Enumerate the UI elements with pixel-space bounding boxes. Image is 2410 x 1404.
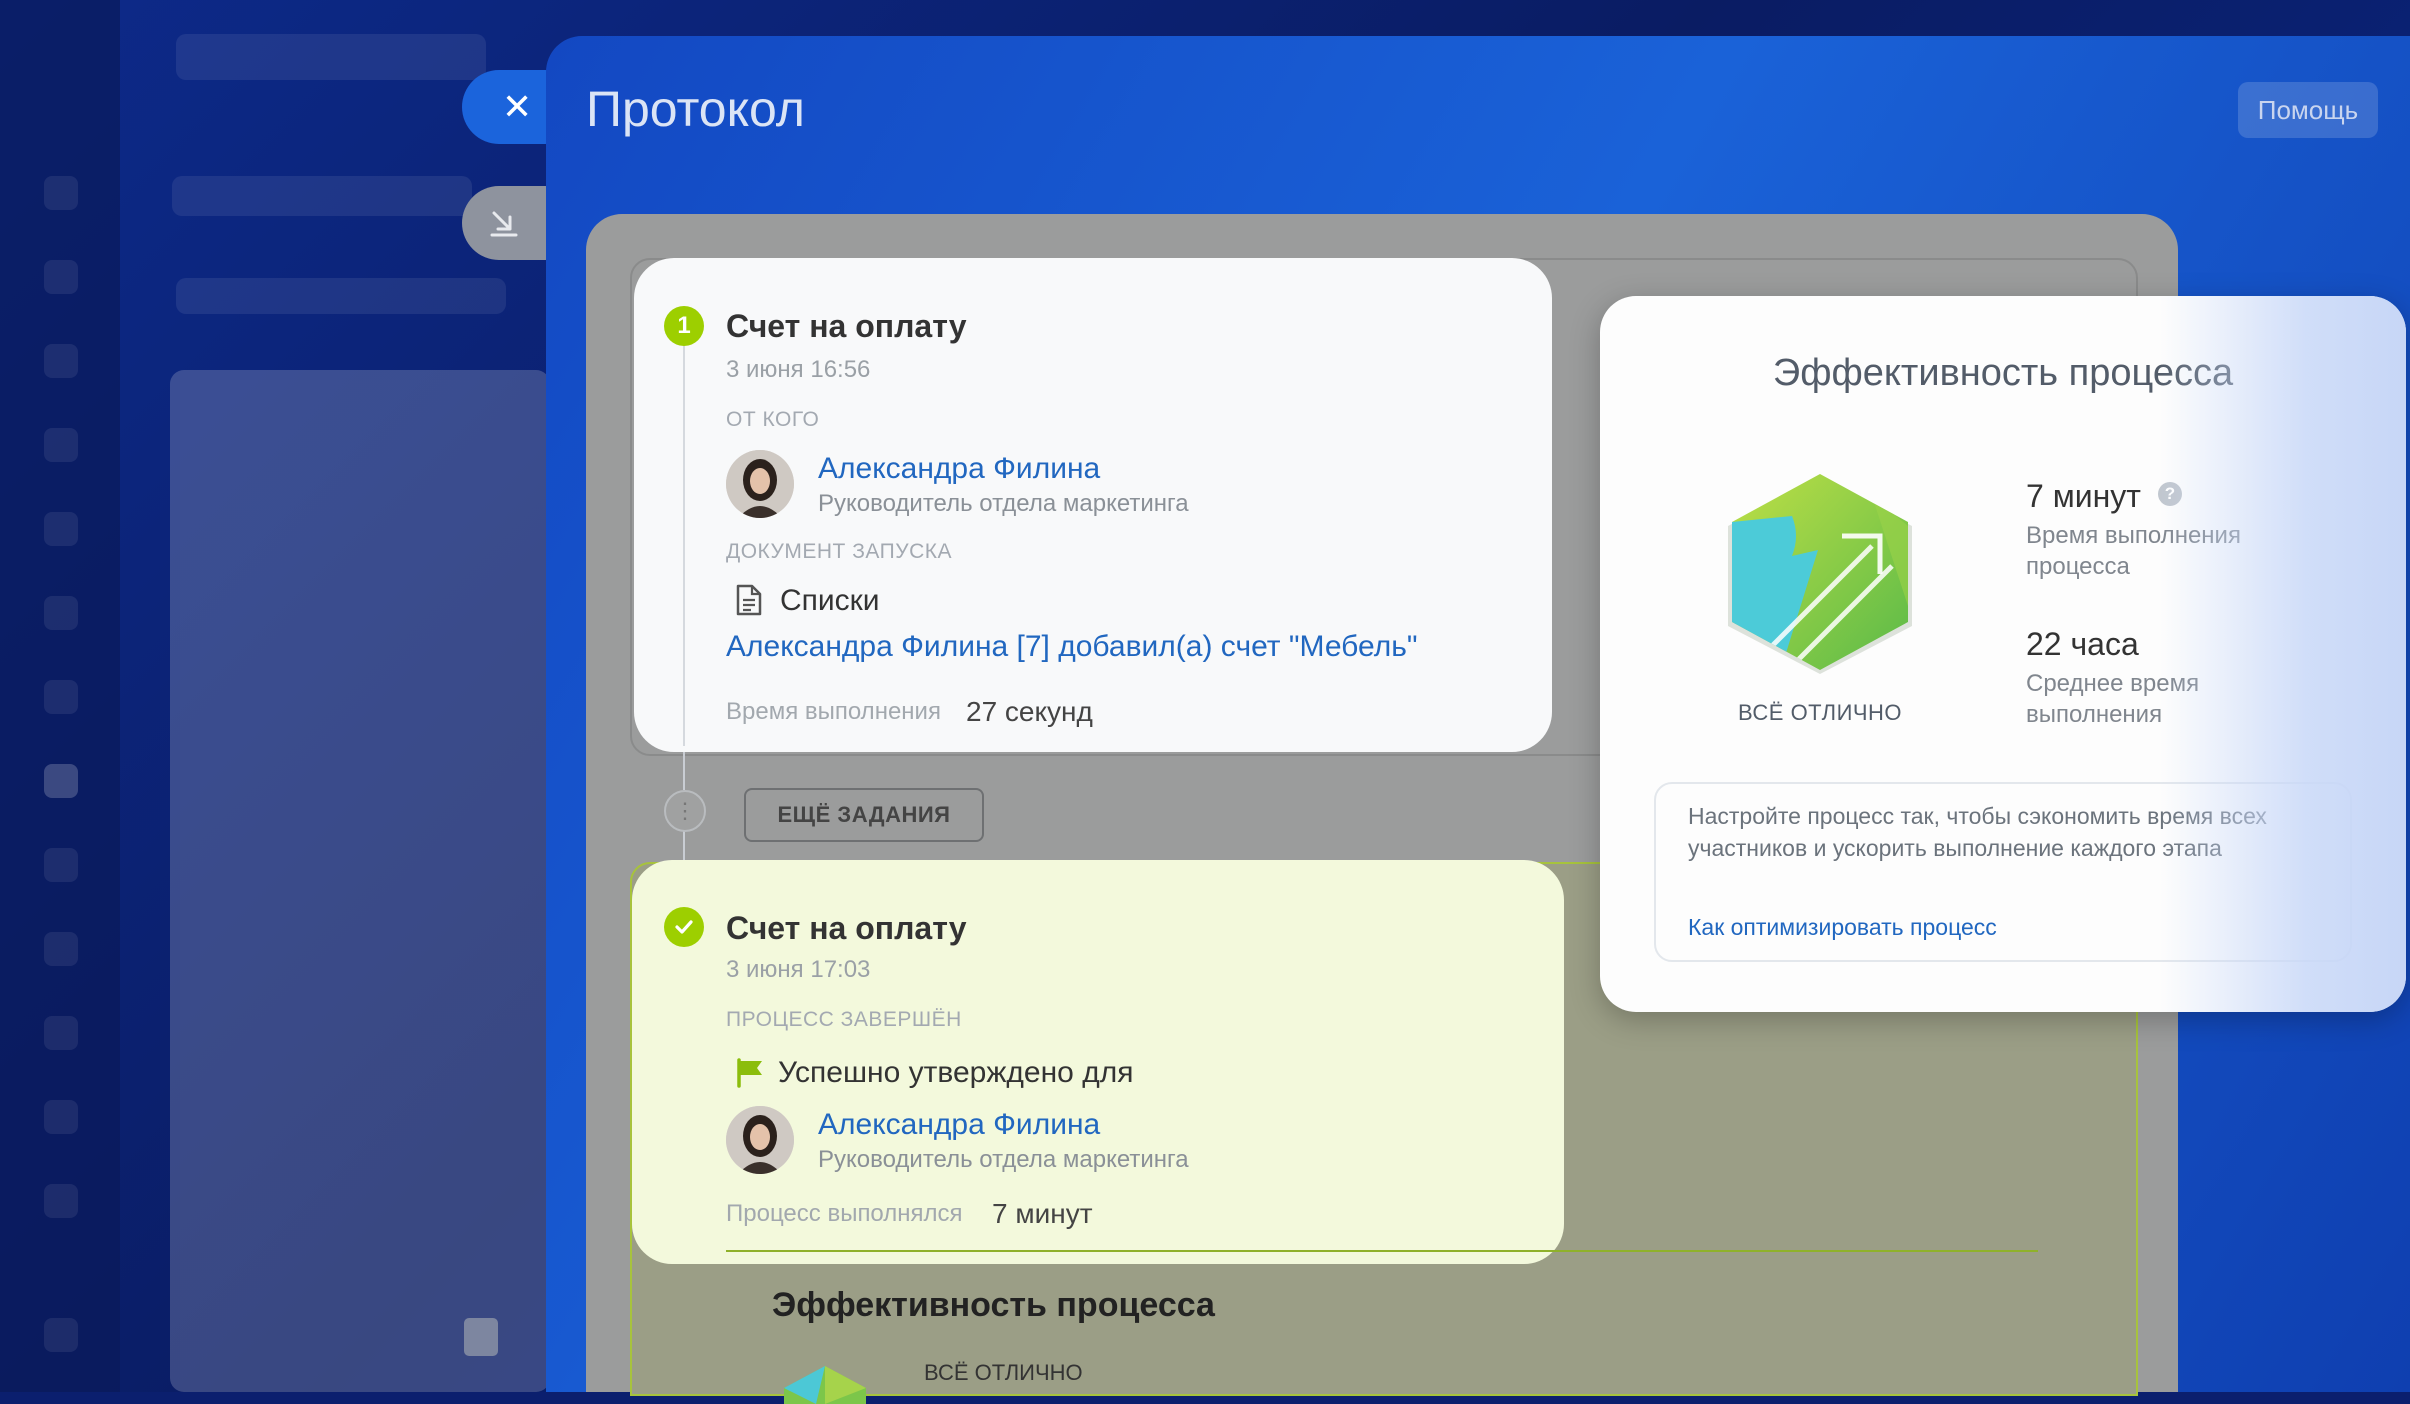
step-number-badge: 1 [664,306,704,346]
efficiency-rating: ВСЁ ОТЛИЧНО [924,1360,1083,1385]
person-position: Руководитель отдела маркетинга [818,490,1189,517]
efficiency-badge-icon [776,1364,874,1404]
avatar-image [726,450,794,518]
background-filter-blur [176,278,506,314]
avatar[interactable] [726,1106,794,1174]
check-icon [664,907,704,947]
document-type: Списки [780,584,880,617]
background-menu-icon [44,260,78,294]
timeline-line [683,346,685,746]
document-label: ДОКУМЕНТ ЗАПУСКА [726,540,952,563]
result-text: Успешно утверждено для [778,1056,1134,1089]
background-menu-icon [44,176,78,210]
more-dots-icon: ⋮ [664,790,706,832]
person-name-link[interactable]: Александра Филина [818,452,1100,486]
efficiency-section-title: Эффективность процесса [772,1286,1215,1324]
person-name-link[interactable]: Александра Филина [818,1108,1100,1142]
background-menu-icon [44,1184,78,1218]
background-menu-icon [44,512,78,546]
background-menu-icon [44,596,78,630]
flag-icon [737,1058,762,1088]
background-menu-icon [44,848,78,882]
person-position: Руководитель отдела маркетинга [818,1146,1189,1173]
background-menu-icon [44,1100,78,1134]
background-title-blur [176,34,486,80]
optimize-process-link[interactable]: Как оптимизировать процесс [1688,914,1997,941]
help-button[interactable]: Помощь [2238,82,2378,138]
more-tasks-button[interactable]: ЕЩЁ ЗАДАНИЯ [744,788,984,842]
background-menu-icon [44,1016,78,1050]
document-link[interactable]: Александра Филина [7] добавил(а) счет "М… [726,630,1418,664]
efficiency-popup: Эффективность процесса ВСЁ ОТЛИЧНО 7 мин… [1600,296,2406,1012]
print-icon[interactable] [464,1318,498,1356]
background-menu-icon [44,428,78,462]
average-time-value: 22 часа [2026,626,2139,662]
popup-fade-overlay [2160,296,2406,1012]
background-menu-icon [44,680,78,714]
task-title: Счет на оплату [726,308,967,344]
avatar[interactable] [726,450,794,518]
document-icon [736,584,762,616]
page-title: Протокол [586,81,805,137]
process-time-value: 7 минут [2026,478,2141,514]
from-label: ОТ КОГО [726,408,820,431]
divider [726,1250,2038,1252]
duration-label: Процесс выполнялся [726,1200,963,1227]
background-menu-icon [44,1318,78,1352]
background-menu-icon [44,764,78,798]
process-status-label: ПРОЦЕСС ЗАВЕРШЁН [726,1008,962,1031]
background-menu-icon [44,344,78,378]
background-heading-blur [172,176,472,216]
avatar-image [726,1106,794,1174]
execution-time-label: Время выполнения [726,698,941,725]
execution-time-value: 27 секунд [966,696,1093,727]
background-sidebar [0,0,120,1392]
efficiency-hexagon-icon [1722,466,1918,678]
efficiency-rating: ВСЁ ОТЛИЧНО [1737,700,1903,725]
background-menu-icon [44,932,78,966]
duration-value: 7 минут [992,1198,1093,1229]
task-date: 3 июня 16:56 [726,356,871,383]
close-icon: ✕ [502,86,533,127]
background-list-card [170,370,550,1392]
task-title: Счет на оплату [726,910,967,946]
task-date: 3 июня 17:03 [726,956,871,983]
collapse-icon [490,211,518,237]
